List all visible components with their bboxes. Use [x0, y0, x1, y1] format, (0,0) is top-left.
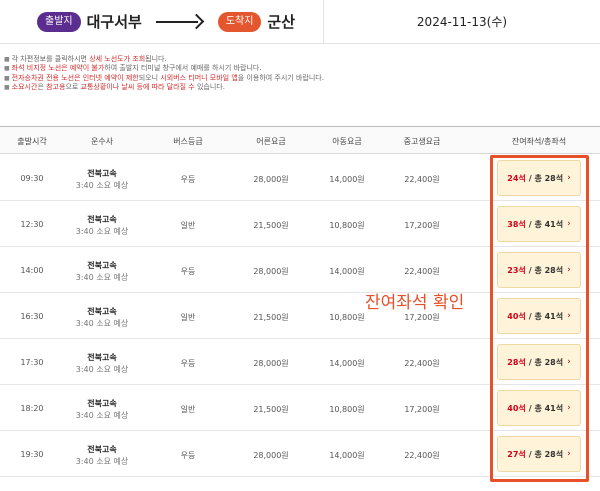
notice-text: 됩니다.: [145, 55, 167, 63]
chevron-right-icon: ›: [567, 219, 571, 229]
remaining-seats: 40석: [507, 403, 526, 413]
notice-text: 으로: [65, 82, 81, 91]
total-seats: / 총 41석: [528, 403, 564, 413]
bullet-icon: ■: [4, 74, 10, 82]
departure-badge: 출발지: [37, 11, 81, 32]
notice-text: 각 차편정보를 클릭하시면: [11, 55, 90, 63]
route-bar: 출발지 대구서부 도착지 군산 2024-11-13(수): [0, 0, 600, 44]
operator-name: 전북고속: [87, 215, 117, 224]
departure-city: 대구서부: [86, 13, 142, 31]
notice-text: 되오니: [138, 73, 161, 82]
student-fare: 22,400원: [404, 175, 440, 184]
chevron-right-icon: ›: [567, 173, 571, 183]
table-row[interactable]: 17:30 전북고속 3:40 소요 예상 우등 28,000원 14,000원 22,40…: [0, 339, 600, 385]
table-row[interactable]: 09:30 전북고속 3:40 소요 예상 우등 28,000원 14,000원 22,40…: [0, 155, 600, 201]
chevron-right-icon: ›: [567, 311, 571, 321]
trip-duration: 3:40 소요 예상: [75, 181, 129, 190]
bullet-icon: ■: [4, 83, 10, 91]
student-fare: 17,200원: [404, 405, 440, 414]
table-row[interactable]: 18:20 전북고속 3:40 소요 예상 일반 21,500원 10,800원 17,20…: [0, 385, 600, 431]
trip-duration: 3:40 소요 예상: [75, 457, 129, 466]
remaining-seats: 40석: [507, 311, 526, 321]
notice-highlight: 좌석 비지정 노선은 예약이 불가: [11, 64, 105, 73]
remaining-seats: 27석: [507, 449, 526, 459]
notice-highlight: 소요시간: [11, 82, 38, 91]
notice-item: ■ 전자승차권 전용 노선은 인터넷 예약이 제한되오니 시외버스 티머니 모바일…: [4, 74, 594, 83]
total-seats: / 총 28석: [528, 357, 564, 367]
total-seats: / 총 28석: [528, 173, 564, 183]
total-seats: / 총 28석: [528, 449, 564, 459]
header-operator: 운수사: [90, 137, 114, 146]
student-fare: 22,400원: [404, 267, 440, 276]
student-fare: 22,400원: [404, 359, 440, 368]
seat-select-button[interactable]: 27석 / 총 28석 ›: [497, 436, 581, 472]
seat-select-button[interactable]: 40석 / 총 41석 ›: [497, 298, 581, 334]
notice-highlight: 참고용: [46, 82, 66, 91]
total-seats: / 총 41석: [528, 311, 564, 321]
annotation-label: 잔여좌석 확인: [365, 293, 465, 313]
table-header: 출발시각 운수사 버스등급 어른요금 아동요금 중고생요금 잔여좌석/총좌석: [0, 126, 600, 154]
notice-highlight: 전자승차권 전용 노선은 인터넷 예약이 제한: [11, 73, 139, 82]
student-fare: 17,200원: [404, 313, 440, 322]
notice-text: 하여 출발지 터미널 창구에서 예매를 하시기 바랍니다.: [104, 64, 262, 73]
route-summary: 출발지 대구서부 도착지 군산: [0, 0, 324, 44]
table-row[interactable]: 12:30 전북고속 3:40 소요 예상 일반 21,500원 10,800원 17,20…: [0, 201, 600, 247]
notice-item: ■ 각 차편정보를 클릭하시면 상세 노선도가 조회됩니다.: [4, 55, 594, 64]
seat-select-button[interactable]: 40석 / 총 41석 ›: [497, 390, 581, 426]
operator-name: 전북고속: [87, 261, 117, 270]
total-seats: / 총 28석: [528, 265, 564, 275]
table-row[interactable]: 19:30 전북고속 3:40 소요 예상 우등 28,000원 14,000원 22,40…: [0, 431, 600, 477]
remaining-seats: 24석: [507, 173, 526, 183]
trip-duration: 3:40 소요 예상: [75, 365, 129, 374]
notice-list: ■ 각 차편정보를 클릭하시면 상세 노선도가 조회됩니다. ■ 좌석 비지정 노선은…: [4, 55, 594, 92]
table-row[interactable]: 14:00 전북고속 3:40 소요 예상 우등 28,000원 14,000원 22,40…: [0, 247, 600, 293]
operator-name: 전북고속: [87, 445, 117, 454]
bullet-icon: ■: [4, 56, 10, 63]
seat-select-button[interactable]: 38석 / 총 41석 ›: [497, 206, 581, 242]
operator-name: 전북고속: [87, 399, 117, 408]
notice-text: 있습니다.: [194, 82, 225, 91]
notice-highlight: 상세 노선도가 조회: [89, 55, 146, 63]
trip-duration: 3:40 소요 예상: [75, 227, 129, 236]
arrow-right-icon: [155, 15, 204, 29]
student-fare: 17,200원: [404, 221, 440, 230]
remaining-seats: 28석: [507, 357, 526, 367]
chevron-right-icon: ›: [567, 357, 571, 367]
chevron-right-icon: ›: [567, 403, 571, 413]
trip-duration: 3:40 소요 예상: [75, 319, 129, 328]
trip-duration: 3:40 소요 예상: [75, 273, 129, 282]
remaining-seats: 38석: [507, 219, 526, 229]
notice-highlight: 시외버스 티머니 모바일 앱: [160, 73, 238, 82]
operator-name: 전북고속: [87, 307, 117, 316]
operator-name: 전북고속: [87, 169, 117, 178]
notice-text: 은: [37, 82, 47, 91]
total-seats: / 총 41석: [528, 219, 564, 229]
header-student-fare: 중고생요금: [403, 137, 441, 146]
student-fare: 22,400원: [404, 451, 440, 460]
chevron-right-icon: ›: [567, 449, 571, 459]
header-seats: 잔여좌석/총좌석: [511, 137, 567, 146]
trip-duration: 3:40 소요 예상: [75, 411, 129, 420]
remaining-seats: 23석: [507, 265, 526, 275]
chevron-right-icon: ›: [567, 265, 571, 275]
notice-text: 을 이용하여 주시기 바랍니다.: [237, 73, 324, 82]
seat-select-button[interactable]: 28석 / 총 28석 ›: [497, 344, 581, 380]
seat-select-button[interactable]: 24석 / 총 28석 ›: [497, 160, 581, 196]
notice-item: ■ 좌석 비지정 노선은 예약이 불가하여 출발지 터미널 창구에서 예매를 하시…: [4, 64, 594, 73]
arrival-city: 군산: [267, 13, 296, 31]
arrival-badge: 도착지: [217, 11, 262, 32]
bullet-icon: ■: [4, 65, 10, 73]
seat-select-button[interactable]: 23석 / 총 28석 ›: [497, 252, 581, 288]
notice-item: ■ 소요시간은 참고용으로 교통상황이나 날씨 등에 따라 달라질 수 있습니다.: [4, 83, 594, 92]
notice-highlight: 교통상황이나 날씨 등에 따라 달라질 수: [80, 82, 195, 91]
table-row[interactable]: 16:30 전북고속 3:40 소요 예상 일반 21,500원 10,800원 17,20…: [0, 293, 600, 339]
travel-date: 2024-11-13(수): [416, 15, 508, 29]
operator-name: 전북고속: [87, 353, 117, 362]
